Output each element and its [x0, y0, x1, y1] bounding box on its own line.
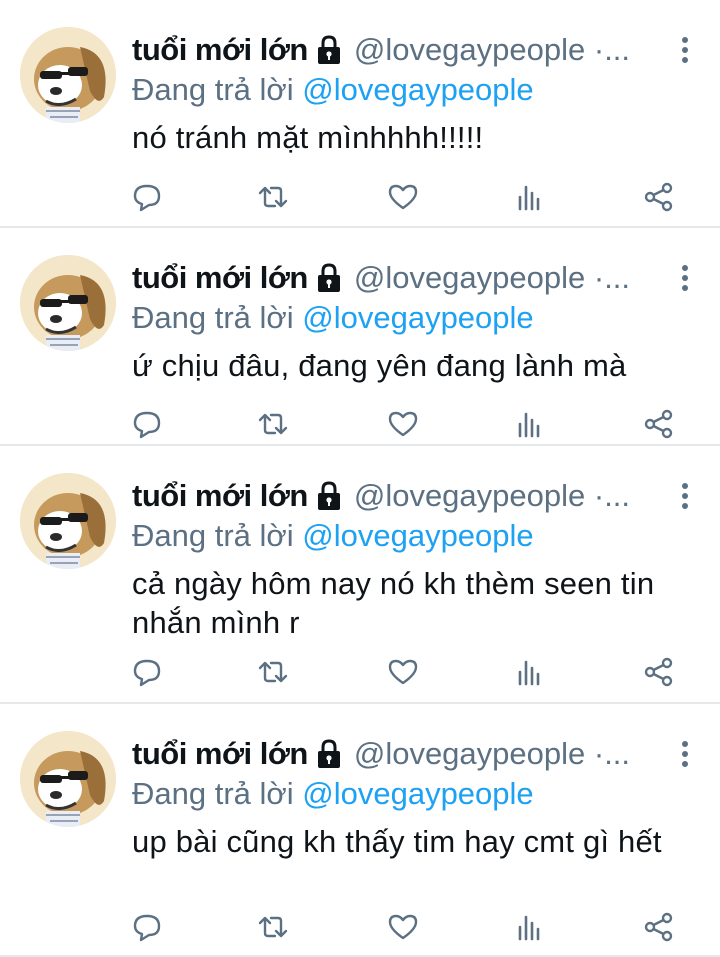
- tweet-content: tuổi mới lớn @lovegaypeople ·... Đang tr…: [132, 258, 720, 385]
- reply-mention[interactable]: @lovegaypeople: [302, 518, 533, 553]
- display-name[interactable]: tuổi mới lớn: [132, 736, 308, 772]
- tweet[interactable]: tuổi mới lớn @lovegaypeople ·... Đang tr…: [0, 704, 720, 957]
- avatar[interactable]: [20, 473, 116, 569]
- tweet[interactable]: tuổi mới lớn @lovegaypeople ·... Đang tr…: [0, 228, 720, 446]
- tweet-text: nó tránh mặt mìnhhhh!!!!!: [132, 120, 484, 155]
- display-name[interactable]: tuổi mới lớn: [132, 478, 308, 514]
- dog-avatar-illustration: [20, 255, 116, 351]
- tweet[interactable]: tuổi mới lớn @lovegaypeople ·... Đang tr…: [0, 0, 720, 228]
- share-icon[interactable]: [643, 656, 675, 688]
- tweet-actions: [0, 181, 720, 213]
- dog-avatar-illustration: [20, 731, 116, 827]
- heart-icon[interactable]: [387, 181, 419, 213]
- tweet-header: tuổi mới lớn @lovegaypeople ·...: [132, 734, 720, 774]
- reply-mention[interactable]: @lovegaypeople: [302, 776, 533, 811]
- analytics-icon[interactable]: [514, 408, 546, 440]
- reply-mention[interactable]: @lovegaypeople: [302, 72, 533, 107]
- user-handle[interactable]: @lovegaypeople ·...: [354, 736, 630, 772]
- tweet-header: tuổi mới lớn @lovegaypeople ·...: [132, 30, 720, 70]
- avatar[interactable]: [20, 27, 116, 123]
- reply-context: Đang trả lời @lovegaypeople: [132, 298, 720, 338]
- dog-avatar-illustration: [20, 27, 116, 123]
- reply-icon[interactable]: [131, 656, 163, 688]
- retweet-icon[interactable]: [257, 408, 289, 440]
- lock-icon: [317, 739, 340, 768]
- more-vertical-icon[interactable]: [680, 482, 690, 512]
- tweet-content: tuổi mới lớn @lovegaypeople ·... Đang tr…: [132, 734, 720, 861]
- heart-icon[interactable]: [387, 408, 419, 440]
- tweet-actions: [0, 656, 720, 688]
- tweet[interactable]: tuổi mới lớn @lovegaypeople ·... Đang tr…: [0, 446, 720, 704]
- lock-icon: [317, 263, 340, 292]
- user-handle[interactable]: @lovegaypeople ·...: [354, 478, 630, 514]
- heart-icon[interactable]: [387, 911, 419, 943]
- analytics-icon[interactable]: [514, 656, 546, 688]
- retweet-icon[interactable]: [257, 911, 289, 943]
- more-vertical-icon[interactable]: [680, 36, 690, 66]
- display-name[interactable]: tuổi mới lớn: [132, 32, 308, 68]
- tweet-actions: [0, 911, 720, 943]
- lock-icon: [317, 481, 340, 510]
- tweet-text: ứ chịu đâu, đang yên đang lành mà: [132, 348, 627, 383]
- tweet-header: tuổi mới lớn @lovegaypeople ·...: [132, 476, 720, 516]
- reply-icon[interactable]: [131, 911, 163, 943]
- retweet-icon[interactable]: [257, 656, 289, 688]
- tweet-text: cả ngày hôm nay nó kh thèm seen tin nhắn…: [132, 566, 655, 640]
- reply-prefix: Đang trả lời: [132, 776, 294, 811]
- lock-icon: [317, 35, 340, 64]
- analytics-icon[interactable]: [514, 911, 546, 943]
- reply-context: Đang trả lời @lovegaypeople: [132, 70, 720, 110]
- share-icon[interactable]: [643, 911, 675, 943]
- reply-context: Đang trả lời @lovegaypeople: [132, 774, 720, 814]
- reply-prefix: Đang trả lời: [132, 72, 294, 107]
- tweet-header: tuổi mới lớn @lovegaypeople ·...: [132, 258, 720, 298]
- tweet-actions: [0, 408, 720, 440]
- retweet-icon[interactable]: [257, 181, 289, 213]
- reply-icon[interactable]: [131, 408, 163, 440]
- tweet-content: tuổi mới lớn @lovegaypeople ·... Đang tr…: [132, 476, 720, 642]
- tweet-feed: tuổi mới lớn @lovegaypeople ·... Đang tr…: [0, 0, 720, 957]
- more-vertical-icon[interactable]: [680, 740, 690, 770]
- reply-icon[interactable]: [131, 181, 163, 213]
- heart-icon[interactable]: [387, 656, 419, 688]
- display-name[interactable]: tuổi mới lớn: [132, 260, 308, 296]
- user-handle[interactable]: @lovegaypeople ·...: [354, 260, 630, 296]
- analytics-icon[interactable]: [514, 181, 546, 213]
- dog-avatar-illustration: [20, 473, 116, 569]
- share-icon[interactable]: [643, 181, 675, 213]
- reply-mention[interactable]: @lovegaypeople: [302, 300, 533, 335]
- tweet-text: up bài cũng kh thấy tim hay cmt gì hết: [132, 824, 662, 859]
- tweet-content: tuổi mới lớn @lovegaypeople ·... Đang tr…: [132, 30, 720, 157]
- reply-context: Đang trả lời @lovegaypeople: [132, 516, 720, 556]
- user-handle[interactable]: @lovegaypeople ·...: [354, 32, 630, 68]
- avatar[interactable]: [20, 731, 116, 827]
- more-vertical-icon[interactable]: [680, 264, 690, 294]
- reply-prefix: Đang trả lời: [132, 518, 294, 553]
- avatar[interactable]: [20, 255, 116, 351]
- reply-prefix: Đang trả lời: [132, 300, 294, 335]
- share-icon[interactable]: [643, 408, 675, 440]
